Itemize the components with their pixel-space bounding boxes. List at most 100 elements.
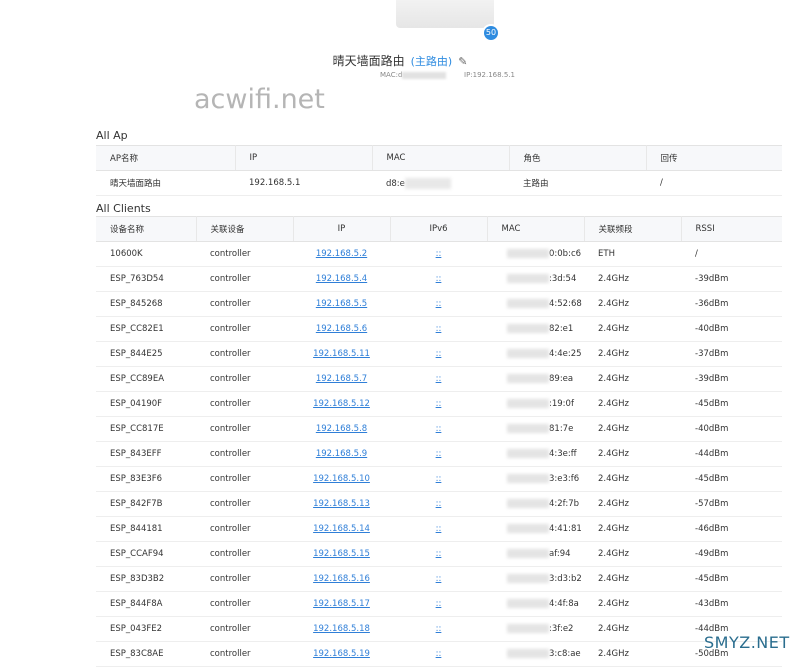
client-rssi-cell: -40dBm bbox=[681, 316, 782, 342]
mac-redaction bbox=[507, 499, 549, 508]
client-ipv6-link[interactable]: :: bbox=[436, 649, 442, 659]
client-ip-link[interactable]: 192.168.5.17 bbox=[313, 599, 370, 609]
client-ip-cell: 192.168.5.2 bbox=[293, 241, 390, 267]
client-row: ESP_04190F controller 192.168.5.12:::19:0f… bbox=[96, 391, 782, 417]
client-ip-cell: 192.168.5.12 bbox=[293, 391, 390, 417]
client-ip-link[interactable]: 192.168.5.18 bbox=[313, 624, 370, 634]
client-ipv6-link[interactable]: :: bbox=[436, 474, 442, 484]
client-ipv6-link[interactable]: :: bbox=[436, 249, 442, 259]
client-ipv6-cell: :: bbox=[390, 391, 487, 417]
client-mac-cell: af:94 bbox=[487, 541, 584, 567]
client-mac-cell: 3:e3:f6 bbox=[487, 466, 584, 492]
client-ipv6-cell: :: bbox=[390, 341, 487, 367]
client-name-cell: ESP_CC82E1 bbox=[96, 316, 196, 342]
client-name-cell: ESP_842F7B bbox=[96, 491, 196, 517]
ap-column-header: IP bbox=[235, 145, 373, 171]
client-name-cell: ESP_043FE2 bbox=[96, 616, 196, 642]
client-mac-cell: :3d:54 bbox=[487, 266, 584, 292]
client-mac-text: 4:41:81 bbox=[549, 524, 582, 534]
client-ipv6-link[interactable]: :: bbox=[436, 599, 442, 609]
client-band-cell: 2.4GHz bbox=[584, 416, 681, 442]
client-ip-link[interactable]: 192.168.5.15 bbox=[313, 549, 370, 559]
client-ip-link[interactable]: 192.168.5.16 bbox=[313, 574, 370, 584]
client-ipv6-link[interactable]: :: bbox=[436, 374, 442, 384]
client-ip-link[interactable]: 192.168.5.2 bbox=[316, 249, 367, 259]
clients-table-header: 设备名称 关联设备 IP IPv6 MAC 关联频段 RSSI bbox=[96, 216, 782, 242]
client-mac-text: 0:0b:c6 bbox=[549, 249, 582, 259]
client-ipv6-link[interactable]: :: bbox=[436, 574, 442, 584]
client-ip-link[interactable]: 192.168.5.10 bbox=[313, 474, 370, 484]
ap-column-header: 角色 bbox=[509, 145, 647, 171]
client-ip-link[interactable]: 192.168.5.4 bbox=[316, 274, 367, 284]
client-ip-link[interactable]: 192.168.5.19 bbox=[313, 649, 370, 659]
client-ip-link[interactable]: 192.168.5.6 bbox=[316, 324, 367, 334]
mac-redaction bbox=[507, 349, 549, 358]
client-ip-link[interactable]: 192.168.5.7 bbox=[316, 374, 367, 384]
client-ip-cell: 192.168.5.4 bbox=[293, 266, 390, 292]
client-name-cell: ESP_83C8AE bbox=[96, 641, 196, 667]
client-name-cell: ESP_CCAF94 bbox=[96, 541, 196, 567]
client-ipv6-link[interactable]: :: bbox=[436, 274, 442, 284]
mac-redaction bbox=[507, 474, 549, 483]
client-name-cell: ESP_843EFF bbox=[96, 441, 196, 467]
site-watermark: SMYZ.NET bbox=[704, 633, 790, 652]
client-ip-link[interactable]: 192.168.5.5 bbox=[316, 299, 367, 309]
client-mac-text: 4:52:68 bbox=[549, 299, 582, 309]
client-row: ESP_83D3B2 controller 192.168.5.16:: 3:d3:b… bbox=[96, 566, 782, 592]
client-device-cell: controller bbox=[196, 466, 293, 492]
client-ip-link[interactable]: 192.168.5.8 bbox=[316, 424, 367, 434]
client-mac-text: 89:ea bbox=[549, 374, 574, 384]
client-device-cell: controller bbox=[196, 566, 293, 592]
ap-backhaul-cell: / bbox=[646, 170, 782, 196]
client-name-cell: ESP_CC817E bbox=[96, 416, 196, 442]
client-ip-cell: 192.168.5.6 bbox=[293, 316, 390, 342]
client-band-cell: 2.4GHz bbox=[584, 541, 681, 567]
client-ipv6-link[interactable]: :: bbox=[436, 399, 442, 409]
client-row: ESP_844F8A controller 192.168.5.17:: 4:4f:8… bbox=[96, 591, 782, 617]
client-mac-text: 82:e1 bbox=[549, 324, 574, 334]
client-ip-cell: 192.168.5.11 bbox=[293, 341, 390, 367]
client-ipv6-link[interactable]: :: bbox=[436, 299, 442, 309]
mac-redaction bbox=[507, 374, 549, 383]
client-row: ESP_CC89EA controller 192.168.5.7:: 89:ea 2.… bbox=[96, 366, 782, 392]
client-ip-link[interactable]: 192.168.5.11 bbox=[313, 349, 370, 359]
client-ipv6-link[interactable]: :: bbox=[436, 424, 442, 434]
client-ipv6-link[interactable]: :: bbox=[436, 499, 442, 509]
client-ipv6-cell: :: bbox=[390, 291, 487, 317]
client-name-cell: 10600K bbox=[96, 241, 196, 267]
client-ipv6-cell: :: bbox=[390, 541, 487, 567]
client-name-cell: ESP_844181 bbox=[96, 516, 196, 542]
edit-pencil-icon[interactable]: ✎ bbox=[458, 55, 467, 68]
client-ip-cell: 192.168.5.8 bbox=[293, 416, 390, 442]
mac-redaction bbox=[404, 177, 451, 189]
client-ipv6-link[interactable]: :: bbox=[436, 549, 442, 559]
client-device-cell: controller bbox=[196, 641, 293, 667]
ap-column-header: AP名称 bbox=[96, 145, 236, 171]
client-device-cell: controller bbox=[196, 441, 293, 467]
client-row: ESP_CCAF94 controller 192.168.5.15:: af:94 2… bbox=[96, 541, 782, 567]
client-ip-link[interactable]: 192.168.5.12 bbox=[313, 399, 370, 409]
router-name: 晴天墙面路由 bbox=[332, 54, 405, 68]
client-ipv6-cell: :: bbox=[390, 566, 487, 592]
client-row: ESP_CC817E controller 192.168.5.8:: 81:7e 2.… bbox=[96, 416, 782, 442]
client-mac-text: af:94 bbox=[549, 549, 571, 559]
client-rssi-cell: -45dBm bbox=[681, 391, 782, 417]
client-band-cell: 2.4GHz bbox=[584, 616, 681, 642]
client-ip-link[interactable]: 192.168.5.14 bbox=[313, 524, 370, 534]
client-ipv6-cell: :: bbox=[390, 466, 487, 492]
client-device-cell: controller bbox=[196, 241, 293, 267]
client-column-header: IPv6 bbox=[390, 216, 488, 242]
client-ipv6-link[interactable]: :: bbox=[436, 624, 442, 634]
client-device-cell: controller bbox=[196, 516, 293, 542]
client-ip-link[interactable]: 192.168.5.13 bbox=[313, 499, 370, 509]
client-rssi-cell: -44dBm bbox=[681, 441, 782, 467]
client-ipv6-link[interactable]: :: bbox=[436, 449, 442, 459]
client-ip-link[interactable]: 192.168.5.9 bbox=[316, 449, 367, 459]
client-mac-cell: 3:d3:b2 bbox=[487, 566, 584, 592]
client-mac-cell: 4:3e:ff bbox=[487, 441, 584, 467]
client-ipv6-link[interactable]: :: bbox=[436, 324, 442, 334]
client-band-cell: 2.4GHz bbox=[584, 491, 681, 517]
client-ipv6-link[interactable]: :: bbox=[436, 349, 442, 359]
mac-redaction bbox=[507, 549, 549, 558]
client-ipv6-link[interactable]: :: bbox=[436, 524, 442, 534]
